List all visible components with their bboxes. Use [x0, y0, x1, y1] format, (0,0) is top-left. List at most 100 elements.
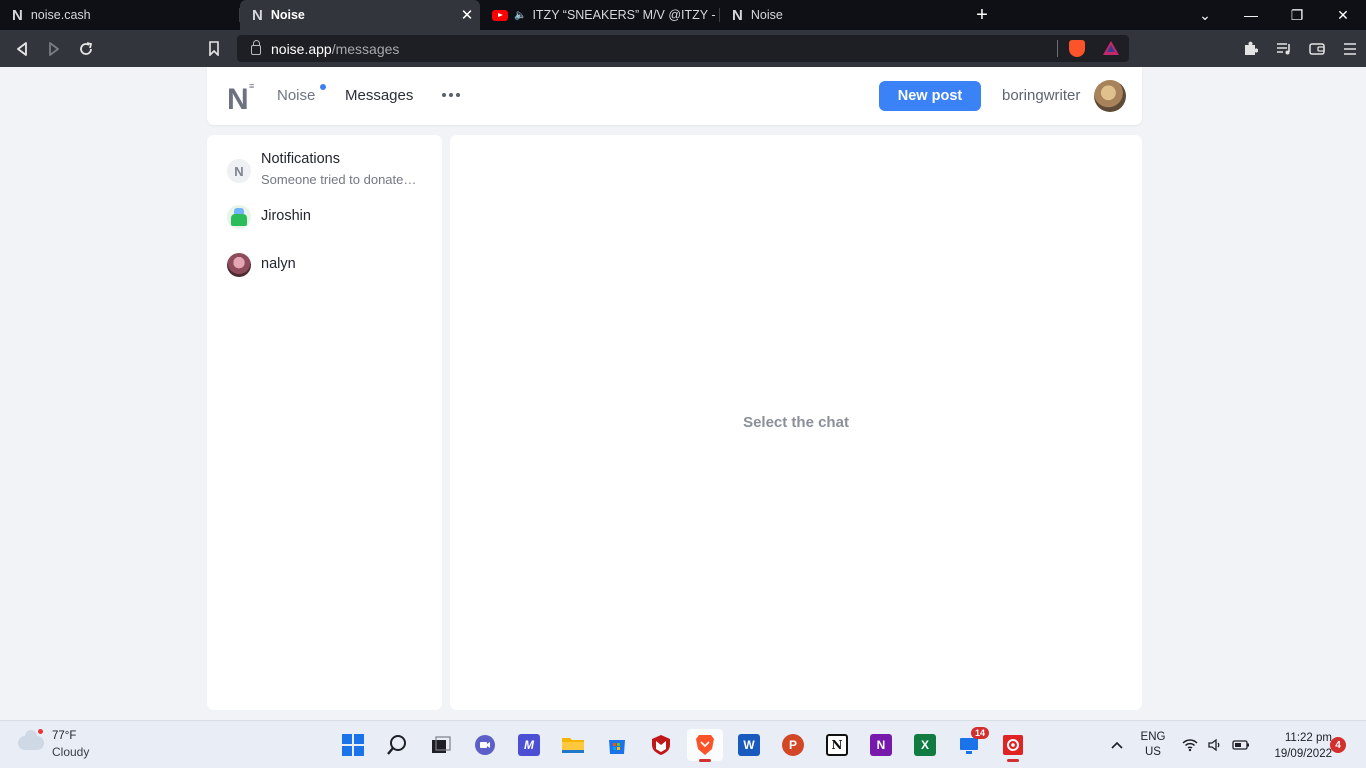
cloud-icon	[18, 730, 44, 750]
tab-noise-second[interactable]: N Noise	[720, 0, 960, 30]
app-badge-count: 14	[970, 727, 989, 739]
back-arrow-icon[interactable]	[6, 30, 38, 67]
m-app-icon: M	[518, 734, 540, 756]
tab-noise-cash[interactable]: N noise.cash	[0, 0, 240, 30]
tab-title: Noise	[270, 8, 305, 22]
brave-browser-app[interactable]	[687, 729, 723, 762]
brave-rewards-icon[interactable]	[1103, 41, 1119, 55]
clock-time: 11:22 pm	[1284, 732, 1332, 744]
noise-favicon-icon: N	[12, 6, 23, 24]
wallet-icon[interactable]	[1300, 30, 1333, 67]
record-icon	[1003, 735, 1023, 755]
address-bar[interactable]: noise.app/messages	[237, 35, 1129, 62]
tab-title: noise.cash	[30, 8, 91, 22]
avatar[interactable]	[1094, 80, 1126, 112]
brave-lion-icon	[696, 735, 714, 755]
chevron-up-icon	[1111, 741, 1123, 749]
browser-tab-strip: N noise.cash N Noise ✕ 🔈 ITZY “SNEAKERS”…	[0, 0, 1366, 30]
conversation-notifications[interactable]: N Notifications Someone tried to donate…	[227, 151, 432, 191]
lock-icon[interactable]	[251, 39, 261, 55]
nav-link-messages[interactable]: Messages	[345, 87, 413, 104]
microsoft-store-app[interactable]	[599, 729, 635, 761]
app-m-launcher[interactable]: M	[511, 729, 547, 761]
powerpoint-app[interactable]: P	[775, 729, 811, 761]
extensions-puzzle-icon[interactable]	[1234, 30, 1267, 67]
new-tab-button[interactable]: +	[960, 0, 1004, 30]
conversation-preview: Someone tried to donate…	[261, 172, 417, 187]
battery-icon	[1232, 740, 1249, 750]
empty-chat-placeholder: Select the chat	[743, 414, 849, 431]
close-window-button[interactable]: ✕	[1320, 0, 1366, 30]
region-code: US	[1145, 746, 1161, 758]
nalyn-avatar	[227, 253, 251, 277]
tab-title: ITZY “SNEAKERS” M/V @ITZY - You	[532, 8, 720, 22]
playlist-icon[interactable]	[1267, 30, 1300, 67]
url-host: noise.app	[271, 40, 332, 57]
browser-toolbar: noise.app/messages	[0, 30, 1366, 67]
conversation-name: Notifications	[261, 151, 340, 167]
screen-recorder-app[interactable]	[995, 729, 1031, 762]
system-tray-status[interactable]	[1182, 721, 1250, 768]
noise-logo[interactable]: N ≡	[227, 81, 263, 116]
teams-chat-app[interactable]	[467, 729, 503, 761]
notion-icon: N	[826, 734, 848, 756]
notion-app[interactable]: N	[819, 729, 855, 761]
logo-marks: ≡	[249, 81, 255, 91]
wifi-icon	[1182, 739, 1198, 752]
task-view-button[interactable]	[423, 729, 459, 761]
weather-widget[interactable]: 77°F Cloudy	[18, 729, 128, 762]
weather-alert-dot	[38, 729, 43, 734]
forward-arrow-icon[interactable]	[38, 30, 70, 67]
language-code: ENG	[1140, 731, 1166, 743]
onenote-icon: N	[870, 734, 892, 756]
file-explorer-app[interactable]	[555, 729, 591, 761]
conversation-nalyn[interactable]: nalyn	[227, 253, 432, 277]
profile-username[interactable]: boringwriter	[1002, 87, 1080, 104]
restore-button[interactable]: ❐	[1274, 0, 1320, 30]
audio-playing-icon[interactable]: 🔈	[514, 10, 526, 21]
taskbar: 77°F Cloudy M W P N N X 14 ENG US 11:22 …	[0, 720, 1366, 768]
volume-icon	[1208, 738, 1220, 752]
start-button[interactable]	[335, 729, 371, 761]
unread-dot	[320, 84, 326, 90]
clock-date: 19/09/2022	[1274, 748, 1332, 760]
store-icon	[609, 740, 625, 754]
weather-condition: Cloudy	[52, 745, 90, 759]
close-tab-icon[interactable]: ✕	[458, 6, 476, 24]
show-hidden-icons-button[interactable]	[1110, 721, 1124, 768]
chat-camera-icon	[475, 735, 495, 755]
reload-icon[interactable]	[70, 30, 102, 67]
more-options-icon[interactable]	[439, 84, 463, 106]
logo-letter: N	[227, 83, 249, 116]
tab-youtube[interactable]: 🔈 ITZY “SNEAKERS” M/V @ITZY - You	[480, 0, 720, 30]
active-app-indicator	[699, 759, 711, 762]
clock[interactable]: 11:22 pm 19/09/2022	[1252, 730, 1332, 762]
notification-center-badge[interactable]: 4	[1330, 737, 1346, 753]
new-post-button[interactable]: New post	[879, 81, 981, 111]
nav-link-noise[interactable]: Noise	[277, 87, 315, 104]
search-icon	[387, 735, 406, 755]
messaging-app[interactable]: 14	[951, 727, 989, 761]
word-app[interactable]: W	[731, 729, 767, 761]
notifications-avatar: N	[227, 159, 251, 183]
conversation-jiroshin[interactable]: Jiroshin	[227, 205, 432, 229]
tab-noise-active[interactable]: N Noise ✕	[240, 0, 480, 30]
task-view-icon	[432, 736, 451, 753]
conversation-name: nalyn	[261, 256, 296, 272]
tab-title: Noise	[750, 8, 783, 22]
excel-app[interactable]: X	[907, 729, 943, 761]
onenote-app[interactable]: N	[863, 729, 899, 761]
search-button[interactable]	[379, 729, 415, 761]
bookmark-icon[interactable]	[198, 30, 230, 67]
tab-search-icon[interactable]: ⌄	[1182, 0, 1228, 30]
minimize-button[interactable]: —	[1228, 0, 1274, 30]
input-language[interactable]: ENG US	[1140, 721, 1166, 768]
youtube-favicon-icon	[492, 9, 508, 21]
mcafee-app[interactable]	[643, 729, 679, 761]
conversation-name: Jiroshin	[261, 208, 311, 224]
menu-hamburger-icon[interactable]	[1333, 30, 1366, 67]
noise-favicon-icon: N	[732, 6, 743, 24]
brave-shields-icon[interactable]	[1069, 40, 1085, 57]
windows-logo-icon	[342, 734, 364, 756]
excel-icon: X	[914, 734, 936, 756]
